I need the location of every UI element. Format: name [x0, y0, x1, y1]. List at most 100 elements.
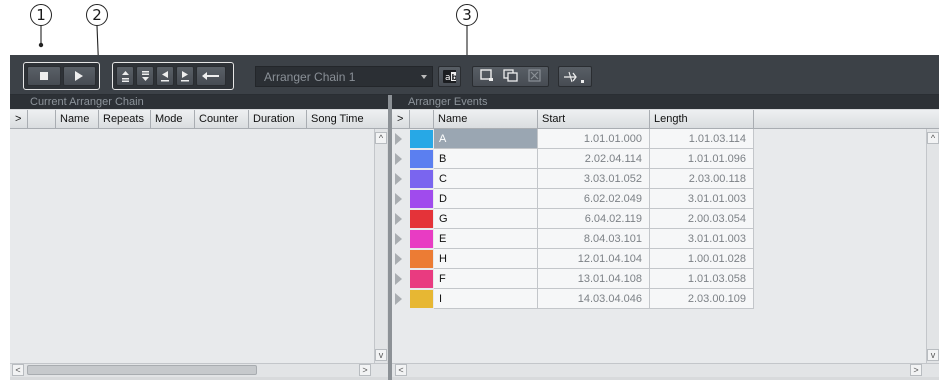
chevron-down-icon: [421, 75, 427, 79]
event-row[interactable]: D 6.02.02.049 3.01.01.003: [392, 189, 926, 209]
play-button[interactable]: [62, 66, 96, 86]
flatten-chain-button[interactable]: [558, 66, 592, 87]
event-length-cell[interactable]: 1.01.01.096: [650, 149, 754, 169]
events-column-header: > Name Start Length: [392, 110, 939, 129]
event-length-cell[interactable]: 3.01.01.003: [650, 189, 754, 209]
chain-operations-group: [472, 66, 549, 87]
return-icon: [202, 72, 219, 80]
callout-3: 3: [456, 4, 478, 26]
chain-column-counter[interactable]: Counter: [195, 110, 249, 128]
event-start-cell[interactable]: 2.02.04.114: [538, 149, 650, 169]
event-start-cell[interactable]: 1.01.01.000: [538, 129, 650, 149]
event-name-cell[interactable]: H: [434, 249, 538, 269]
ab-rename-icon: ab: [443, 70, 456, 83]
remove-chain-icon[interactable]: [527, 68, 542, 85]
expand-triangle-icon[interactable]: [395, 173, 402, 185]
event-length-cell[interactable]: 2.03.00.109: [650, 289, 754, 309]
expand-triangle-icon[interactable]: [395, 273, 402, 285]
rename-chain-button[interactable]: ab: [438, 66, 461, 87]
chain-horizontal-scrollbar[interactable]: < >: [10, 363, 388, 377]
scroll-down-icon[interactable]: v: [375, 349, 387, 361]
event-start-cell[interactable]: 6.04.02.119: [538, 209, 650, 229]
chain-column-song-time[interactable]: Song Time: [307, 110, 388, 128]
previous-chain-step-button[interactable]: [156, 66, 174, 86]
stop-icon: [39, 72, 48, 80]
event-length-cell[interactable]: 1.01.03.058: [650, 269, 754, 289]
event-row[interactable]: H 12.01.04.104 1.00.01.028: [392, 249, 926, 269]
chain-column-mode[interactable]: Mode: [151, 110, 195, 128]
event-start-cell[interactable]: 14.03.04.046: [538, 289, 650, 309]
event-row[interactable]: A 1.01.01.000 1.01.03.114: [392, 129, 926, 149]
event-start-cell[interactable]: 6.02.02.049: [538, 189, 650, 209]
expand-triangle-icon[interactable]: [395, 253, 402, 265]
event-row[interactable]: E 8.04.03.101 3.01.01.003: [392, 229, 926, 249]
svg-text:a: a: [445, 73, 451, 83]
event-row[interactable]: I 14.03.04.046 2.03.00.109: [392, 289, 926, 309]
next-chain-step-button[interactable]: [176, 66, 194, 86]
event-length-cell[interactable]: 3.01.01.003: [650, 229, 754, 249]
event-name-cell[interactable]: G: [434, 209, 538, 229]
scroll-right-icon[interactable]: >: [910, 364, 922, 376]
event-start-cell[interactable]: 8.04.03.101: [538, 229, 650, 249]
event-length-cell[interactable]: 2.00.03.054: [650, 209, 754, 229]
callout-1: 1: [30, 4, 52, 26]
chain-vertical-scrollbar[interactable]: ^ v: [374, 129, 387, 363]
duplicate-chain-icon[interactable]: [503, 68, 518, 85]
scroll-right-icon[interactable]: >: [359, 364, 371, 376]
event-color-swatch: [410, 230, 433, 248]
chain-column-duration[interactable]: Duration: [249, 110, 307, 128]
scroll-up-icon[interactable]: ^: [375, 132, 387, 144]
expand-triangle-icon[interactable]: [395, 133, 402, 145]
event-row[interactable]: G 6.04.02.119 2.00.03.054: [392, 209, 926, 229]
callout-1-dot: [38, 42, 44, 48]
go-to-last-button[interactable]: [136, 66, 154, 86]
chain-list[interactable]: [10, 129, 374, 363]
event-name-cell[interactable]: C: [434, 169, 538, 189]
events-column-length[interactable]: Length: [650, 110, 754, 128]
expand-triangle-icon[interactable]: [395, 293, 402, 305]
events-vertical-scrollbar[interactable]: ^ v: [926, 129, 939, 363]
events-column-start[interactable]: Start: [538, 110, 650, 128]
chain-column-name[interactable]: Name: [56, 110, 99, 128]
return-button[interactable]: [196, 66, 226, 86]
event-row[interactable]: F 13.01.04.108 1.01.03.058: [392, 269, 926, 289]
chain-navigation-group: [112, 62, 234, 90]
event-name-cell[interactable]: B: [434, 149, 538, 169]
transport-group: [23, 62, 100, 90]
stop-button[interactable]: [27, 66, 61, 86]
current-arranger-chain-title: Current Arranger Chain: [30, 96, 144, 108]
events-expand-column[interactable]: >: [392, 110, 410, 128]
event-name-cell[interactable]: A: [434, 129, 538, 149]
event-length-cell[interactable]: 2.03.00.118: [650, 169, 754, 189]
expand-triangle-icon[interactable]: [395, 193, 402, 205]
event-start-cell[interactable]: 3.03.01.052: [538, 169, 650, 189]
event-name-cell[interactable]: I: [434, 289, 538, 309]
events-horizontal-scrollbar[interactable]: < >: [392, 363, 939, 377]
event-name-cell[interactable]: D: [434, 189, 538, 209]
events-column-name[interactable]: Name: [434, 110, 538, 128]
next-chain-step-icon: [181, 71, 189, 82]
chain-expand-column[interactable]: >: [10, 110, 28, 128]
event-length-cell[interactable]: 1.00.01.028: [650, 249, 754, 269]
create-chain-icon[interactable]: [479, 68, 494, 85]
expand-triangle-icon[interactable]: [395, 213, 402, 225]
event-color-swatch: [410, 170, 433, 188]
arranger-chain-name: Arranger Chain 1: [264, 70, 356, 84]
chain-column-repeats[interactable]: Repeats: [99, 110, 151, 128]
scroll-left-icon[interactable]: <: [395, 364, 407, 376]
event-name-cell[interactable]: E: [434, 229, 538, 249]
expand-triangle-icon[interactable]: [395, 233, 402, 245]
scroll-left-icon[interactable]: <: [12, 364, 24, 376]
event-length-cell[interactable]: 1.01.03.114: [650, 129, 754, 149]
scroll-up-icon[interactable]: ^: [927, 132, 939, 144]
event-row[interactable]: B 2.02.04.114 1.01.01.096: [392, 149, 926, 169]
event-row[interactable]: C 3.03.01.052 2.03.00.118: [392, 169, 926, 189]
expand-triangle-icon[interactable]: [395, 153, 402, 165]
event-name-cell[interactable]: F: [434, 269, 538, 289]
event-start-cell[interactable]: 12.01.04.104: [538, 249, 650, 269]
go-to-first-button[interactable]: [116, 66, 134, 86]
scroll-down-icon[interactable]: v: [927, 349, 939, 361]
arranger-chain-select[interactable]: Arranger Chain 1: [255, 66, 433, 87]
chain-scroll-thumb[interactable]: [27, 365, 257, 375]
event-start-cell[interactable]: 13.01.04.108: [538, 269, 650, 289]
